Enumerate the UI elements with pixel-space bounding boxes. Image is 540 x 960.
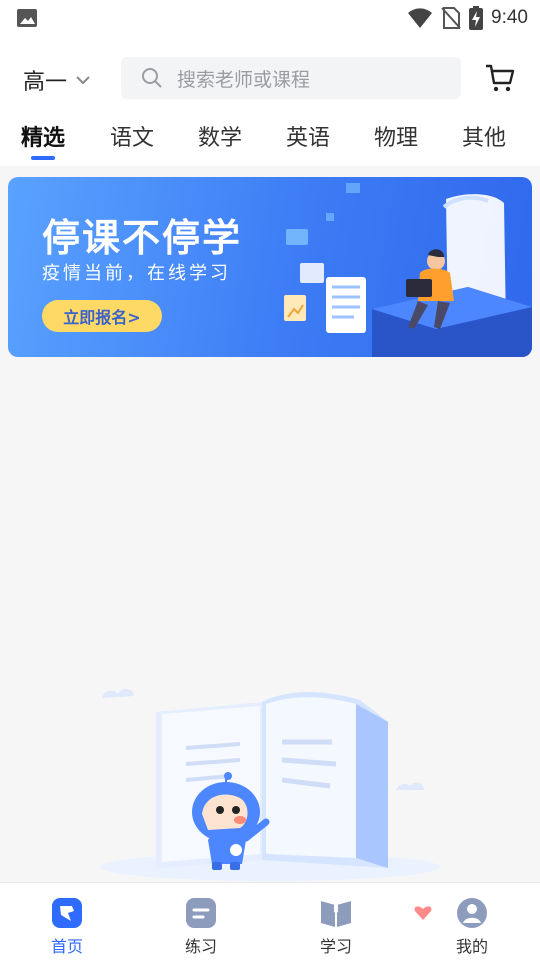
profile-icon — [457, 898, 487, 928]
cart-icon[interactable] — [484, 62, 516, 94]
image-icon — [17, 9, 37, 27]
promo-banner[interactable]: 停课不停学 疫情当前，在线学习 立即报名> — [8, 177, 532, 357]
battery-charging-icon — [469, 6, 484, 30]
search-input[interactable]: 搜索老师或课程 — [121, 57, 461, 99]
tab-other[interactable]: 其他 — [462, 120, 506, 152]
status-time: 9:40 — [491, 7, 528, 28]
search-icon — [142, 68, 162, 88]
no-sim-icon — [441, 7, 461, 29]
banner-subtitle: 疫情当前，在线学习 — [42, 263, 231, 284]
signup-button[interactable]: 立即报名> — [42, 300, 162, 332]
nav-practice-label: 练习 — [184, 937, 217, 956]
nav-profile-label: 我的 — [455, 937, 488, 956]
status-bar: 9:40 — [0, 0, 540, 36]
nav-study-label: 学习 — [319, 937, 352, 956]
practice-icon — [186, 898, 216, 928]
banner-title: 停课不停学 — [42, 216, 243, 260]
nav-home[interactable]: 首页 — [27, 897, 107, 957]
category-tabs: 精选 语文 数学 英语 物理 其他 — [0, 120, 540, 166]
grade-selector[interactable]: 高一 — [23, 64, 91, 96]
nav-practice[interactable]: 练习 — [161, 897, 241, 957]
tab-english[interactable]: 英语 — [286, 120, 330, 152]
study-icon — [321, 899, 351, 927]
nav-home-label: 首页 — [50, 937, 83, 956]
online-learning-illustration — [284, 183, 532, 357]
tab-math[interactable]: 数学 — [198, 120, 242, 152]
tab-chinese[interactable]: 语文 — [110, 120, 154, 152]
bottom-nav: 首页 练习 学习 我的 — [0, 882, 540, 960]
home-icon — [52, 898, 82, 928]
tab-featured[interactable]: 精选 — [21, 120, 65, 152]
empty-state-illustration — [100, 688, 440, 881]
nav-profile[interactable]: 我的 — [432, 897, 512, 957]
grade-label: 高一 — [23, 70, 68, 95]
search-placeholder: 搜索老师或课程 — [177, 68, 311, 91]
wifi-icon — [408, 8, 433, 28]
tab-indicator — [31, 156, 55, 160]
tab-physics[interactable]: 物理 — [374, 120, 418, 152]
header: 高一 搜索老师或课程 精选 语文 数学 英语 物理 其他 — [0, 36, 540, 166]
chevron-down-icon — [76, 76, 90, 85]
nav-study[interactable]: 学习 — [296, 897, 376, 957]
heart-icon — [414, 906, 432, 920]
